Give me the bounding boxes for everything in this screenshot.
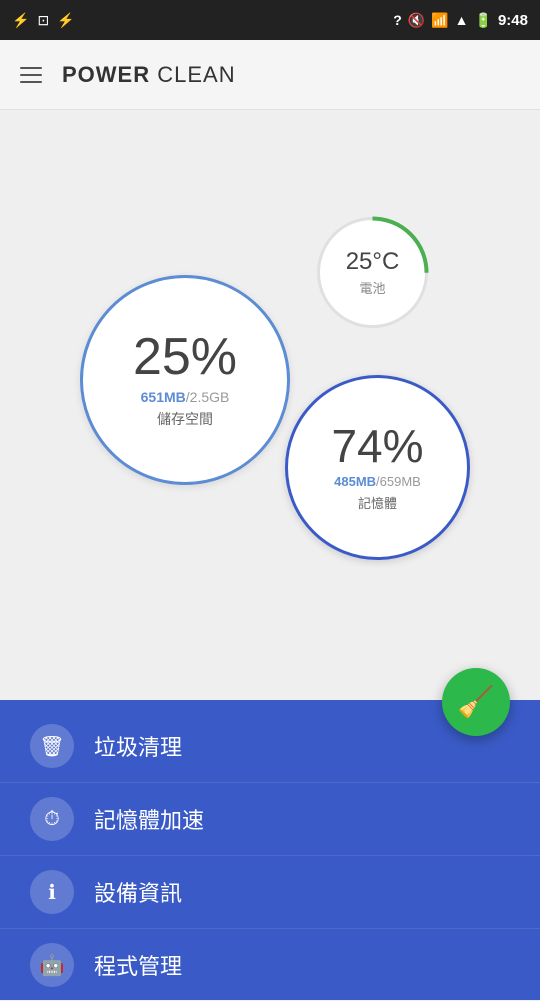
signal-icon: ▲ [455, 12, 469, 28]
app-title-normal: CLEAN [150, 62, 235, 87]
hamburger-menu-button[interactable] [20, 67, 42, 83]
clean-fab-button[interactable]: 🧹 [442, 668, 510, 736]
storage-size: 651MB/2.5GB [141, 389, 230, 405]
memory-circle[interactable]: 74% 485MB/659MB 記憶體 [285, 375, 470, 560]
menu-item-app-manager[interactable]: 🤖 程式管理 [0, 929, 540, 1001]
battery-icon: 🔋 [475, 12, 492, 29]
memory-size: 485MB/659MB [334, 474, 421, 489]
volume-icon: 🔇 [408, 12, 425, 29]
broom-icon: 🧹 [457, 685, 494, 720]
storage-label: 儲存空間 [157, 409, 213, 429]
app-header: POWER CLEAN [0, 40, 540, 110]
trash-label: 垃圾清理 [94, 730, 182, 762]
app-manager-label: 程式管理 [94, 949, 182, 981]
memory-speed-label: 記憶體加速 [94, 803, 204, 835]
app-title-bold: POWER [62, 62, 150, 87]
usb-icon-2: ⚡ [57, 12, 74, 29]
trash-icon-circle: 🗑 [30, 724, 74, 768]
usb-icon-1: ⚡ [12, 12, 29, 29]
android-icon: ⊡ [37, 12, 49, 29]
memory-icon-circle: ⏱ [30, 797, 74, 841]
info-icon: ℹ [48, 880, 56, 905]
bottom-menu: 🧹 🗑 垃圾清理 ⏱ 記憶體加速 ℹ 設備資訊 🤖 程式管理 [0, 700, 540, 1000]
device-info-label: 設備資訊 [94, 876, 182, 908]
info-icon-circle: ℹ [30, 870, 74, 914]
status-icons-right: ? 🔇 📶 ▲ 🔋 9:48 [393, 12, 528, 29]
memory-percent: 74% [331, 423, 423, 469]
storage-percent: 25% [133, 331, 237, 383]
menu-item-memory[interactable]: ⏱ 記憶體加速 [0, 783, 540, 856]
hamburger-line-2 [20, 74, 42, 76]
app-manager-icon-circle: 🤖 [30, 943, 74, 987]
main-content: 25°C 電池 25% 651MB/2.5GB 儲存空間 74% 485MB/6… [0, 110, 540, 700]
circles-container: 25°C 電池 25% 651MB/2.5GB 儲存空間 74% 485MB/6… [60, 195, 480, 595]
robot-icon: 🤖 [40, 953, 65, 978]
app-title: POWER CLEAN [62, 62, 236, 88]
menu-item-device-info[interactable]: ℹ 設備資訊 [0, 856, 540, 929]
storage-circle[interactable]: 25% 651MB/2.5GB 儲存空間 [80, 275, 290, 485]
hamburger-line-1 [20, 67, 42, 69]
trash-icon: 🗑 [39, 734, 64, 759]
battery-circle: 25°C 電池 [315, 215, 430, 330]
question-icon: ? [393, 12, 402, 28]
wifi-icon: 📶 [431, 12, 448, 29]
memory-speed-icon: ⏱ [44, 808, 60, 831]
clock: 9:48 [498, 12, 528, 29]
memory-label: 記憶體 [358, 493, 397, 512]
battery-temp: 25°C [346, 248, 400, 276]
status-icons-left: ⚡ ⊡ ⚡ [12, 12, 75, 29]
hamburger-line-3 [20, 81, 42, 83]
status-bar: ⚡ ⊡ ⚡ ? 🔇 📶 ▲ 🔋 9:48 [0, 0, 540, 40]
battery-label: 電池 [359, 278, 385, 297]
